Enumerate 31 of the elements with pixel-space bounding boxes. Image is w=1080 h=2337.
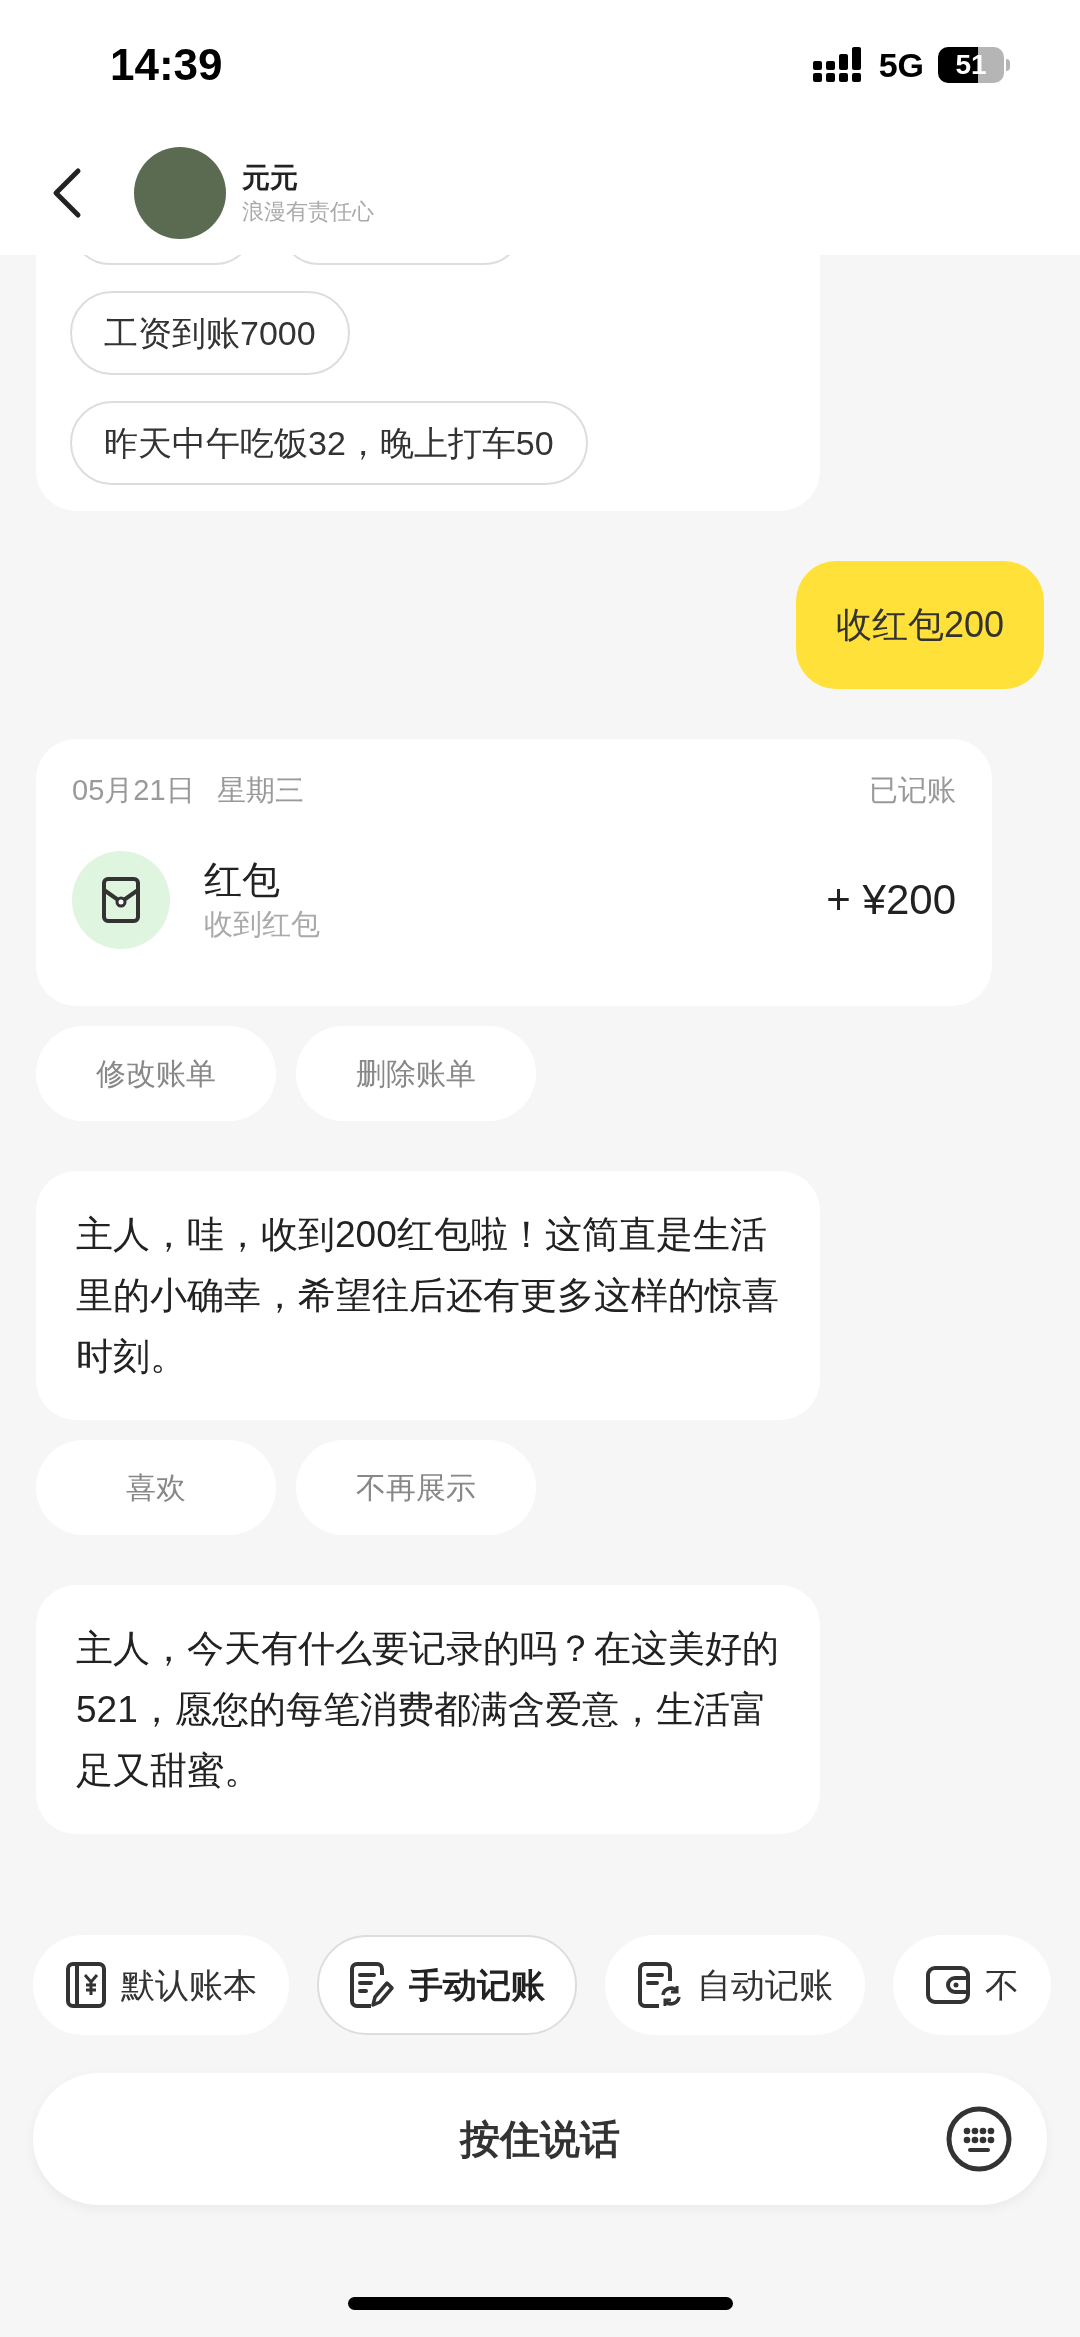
status-time: 14:39 <box>110 39 223 91</box>
edit-icon <box>349 1961 395 2009</box>
bill-date: 05月21日 <box>72 773 195 808</box>
contact-subtitle: 浪漫有责任心 <box>242 197 374 226</box>
bill-category: 红包 <box>204 857 281 903</box>
bill-note: 收到红包 <box>204 906 321 942</box>
network-label: 5G <box>878 44 924 86</box>
contact-name: 元元 <box>242 160 299 195</box>
wallet-icon <box>925 1965 971 2005</box>
ledger-icon <box>65 1961 107 2009</box>
bill-card[interactable]: 05月21日 星期三 已记账 红包 收到红包 + ¥200 <box>36 739 992 1006</box>
voice-input-bar[interactable]: 按住说话 <box>33 2073 1047 2205</box>
envelope-icon <box>101 875 141 924</box>
keyboard-icon[interactable] <box>946 2106 1012 2172</box>
bot-message: 主人，哇，收到200红包啦！这简直是生活里的小确幸，希望往后还有更多这样的惊喜时刻。 <box>36 1171 820 1420</box>
bill-amount: + ¥200 <box>826 875 956 925</box>
action-button[interactable]: 修改账单 <box>36 1026 276 1121</box>
sync-document-icon <box>637 1961 683 2009</box>
suggestion-chip[interactable]: 昨天中午吃饭32，晚上打车50 <box>70 401 588 485</box>
toolbar-chip[interactable]: 默认账本 <box>33 1935 289 2035</box>
user-message: 收红包200 <box>795 561 1044 689</box>
toolbar-chip[interactable]: 自动记账 <box>605 1935 865 2035</box>
bill-weekday: 星期三 <box>216 773 304 808</box>
toolbar-chip[interactable]: 手动记账 <box>317 1935 577 2035</box>
toolbar-chip[interactable]: 不 <box>893 1935 1051 2035</box>
suggestion-chip[interactable]: 工资到账7000 <box>70 291 350 375</box>
action-button[interactable]: 喜欢 <box>36 1440 276 1535</box>
bill-status: 已记账 <box>869 773 956 808</box>
action-button[interactable]: 不再展示 <box>296 1440 536 1535</box>
action-button[interactable]: 删除账单 <box>296 1026 536 1121</box>
bot-message: 主人，今天有什么要记录的吗？在这美好的521，愿您的每笔消费都满含爱意，生活富足又甜蜜。 <box>36 1585 820 1834</box>
